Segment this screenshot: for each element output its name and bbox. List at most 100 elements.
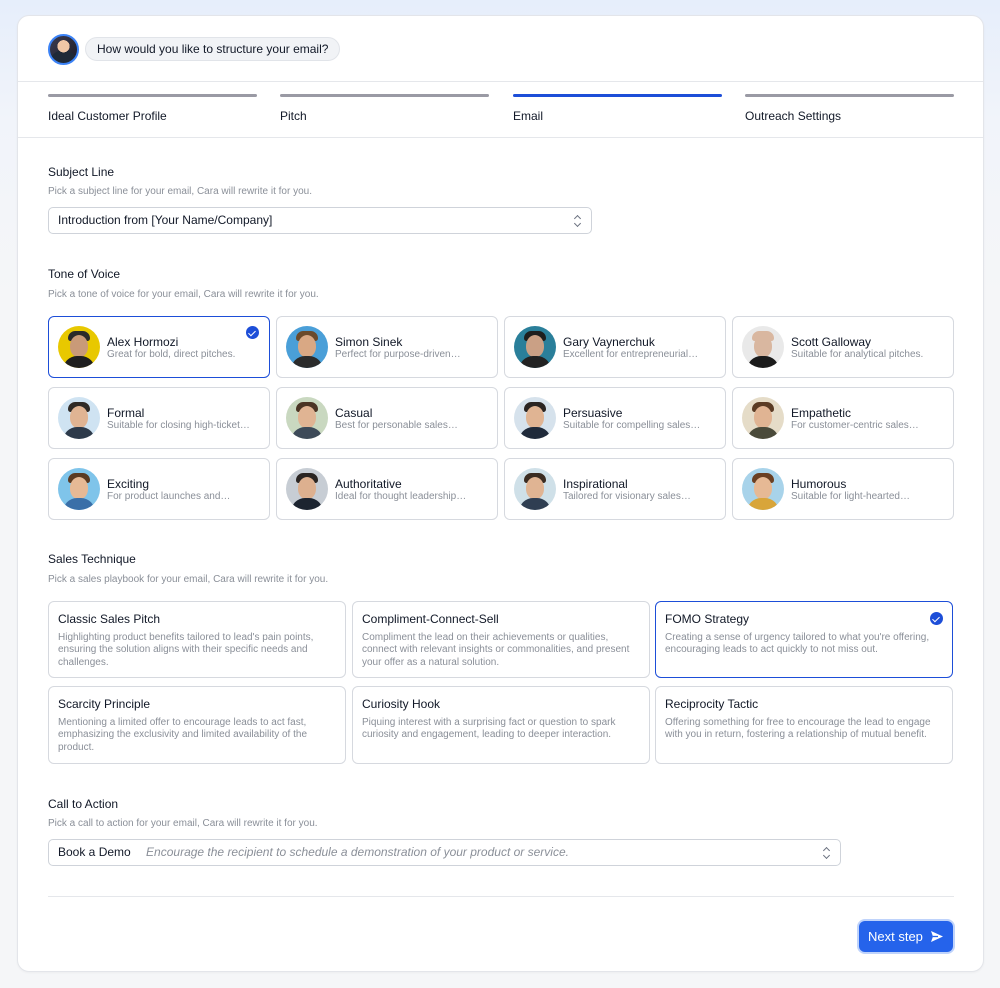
- tone-name: Simon Sinek: [335, 335, 403, 349]
- formal-avatar: [58, 397, 100, 439]
- simon-sinek-avatar: [286, 326, 328, 368]
- cta-title: Call to Action: [48, 797, 119, 811]
- cta-select[interactable]: Book a Demo Encourage the recipient to s…: [48, 839, 841, 866]
- stepper-divider: [18, 137, 983, 138]
- tone-name: Alex Hormozi: [107, 335, 179, 349]
- step-label: Outreach Settings: [745, 109, 842, 123]
- step-email[interactable]: Email: [513, 94, 722, 123]
- tone-desc: Best for personable sales…: [335, 420, 458, 431]
- step-label: Ideal Customer Profile: [48, 109, 167, 123]
- technique-desc: Highlighting product benefits tailored t…: [58, 632, 314, 668]
- next-step-label: Next step: [868, 929, 923, 944]
- scott-galloway-avatar: [742, 326, 784, 368]
- step-ideal-customer-profile[interactable]: Ideal Customer Profile: [48, 94, 257, 123]
- next-step-button[interactable]: Next step: [859, 921, 953, 952]
- email-structure-card: How would you like to structure your ema…: [17, 15, 984, 972]
- technique-card-reciprocity-tactic[interactable]: Reciprocity Tactic Offering something fo…: [655, 686, 953, 764]
- tone-card-casual[interactable]: Casual Best for personable sales…: [276, 387, 498, 449]
- tone-name: Casual: [335, 406, 373, 420]
- tone-name: Scott Galloway: [791, 335, 872, 349]
- tone-card-simon-sinek[interactable]: Simon Sinek Perfect for purpose-driven…: [276, 316, 498, 378]
- casual-avatar: [286, 397, 328, 439]
- cta-subtitle: Pick a call to action for your email, Ca…: [48, 818, 318, 829]
- tone-desc: Suitable for closing high-ticket…: [107, 420, 250, 431]
- tone-desc: For product launches and…: [107, 491, 231, 502]
- tone-desc: Suitable for light-hearted…: [791, 491, 910, 502]
- tone-desc: Great for bold, direct pitches.: [107, 349, 236, 360]
- tone-name: Gary Vaynerchuk: [563, 335, 655, 349]
- technique-desc: Compliment the lead on their achievement…: [362, 632, 630, 668]
- technique-desc: Creating a sense of urgency tailored to …: [665, 632, 930, 656]
- assistant-prompt: How would you like to structure your ema…: [85, 37, 341, 61]
- cta-value: Book a Demo: [58, 845, 131, 859]
- tone-card-exciting[interactable]: Exciting For product launches and…: [48, 458, 270, 520]
- tone-desc: For customer-centric sales…: [791, 420, 919, 431]
- technique-title: Sales Technique: [48, 552, 136, 566]
- technique-card-curiosity-hook[interactable]: Curiosity Hook Piquing interest with a s…: [352, 686, 650, 764]
- subject-subtitle: Pick a subject line for your email, Cara…: [48, 186, 312, 197]
- technique-card-compliment-connect-sell[interactable]: Compliment-Connect-Sell Compliment the l…: [352, 601, 650, 678]
- tone-title: Tone of Voice: [48, 267, 121, 281]
- assistant-avatar: [48, 34, 79, 65]
- assistant-header: How would you like to structure your ema…: [18, 16, 983, 82]
- alex-hormozi-avatar: [58, 326, 100, 368]
- tone-card-scott-galloway[interactable]: Scott Galloway Suitable for analytical p…: [732, 316, 954, 378]
- footer-divider: [48, 896, 954, 897]
- tone-name: Exciting: [107, 477, 150, 491]
- tone-card-empathetic[interactable]: Empathetic For customer-centric sales…: [732, 387, 954, 449]
- subject-title: Subject Line: [48, 165, 115, 179]
- technique-name: Reciprocity Tactic: [665, 697, 759, 711]
- tone-name: Formal: [107, 406, 145, 420]
- stepper: Ideal Customer Profile Pitch Email Outre…: [48, 94, 954, 137]
- tone-card-authoritative[interactable]: Authoritative Ideal for thought leadersh…: [276, 458, 498, 520]
- humorous-avatar: [742, 468, 784, 510]
- selected-check-icon: [246, 326, 259, 339]
- persuasive-avatar: [514, 397, 556, 439]
- technique-card-fomo-strategy[interactable]: FOMO Strategy Creating a sense of urgenc…: [655, 601, 953, 678]
- step-label: Pitch: [280, 109, 307, 123]
- technique-card-classic-sales-pitch[interactable]: Classic Sales Pitch Highlighting product…: [48, 601, 346, 678]
- tone-name: Persuasive: [563, 406, 623, 420]
- authoritative-avatar: [286, 468, 328, 510]
- tone-desc: Excellent for entrepreneurial…: [563, 349, 699, 360]
- step-label: Email: [513, 109, 544, 123]
- tone-name: Humorous: [791, 477, 847, 491]
- subject-select[interactable]: Introduction from [Your Name/Company]: [48, 207, 592, 234]
- tone-desc: Perfect for purpose-driven…: [335, 349, 461, 360]
- step-outreach-settings[interactable]: Outreach Settings: [745, 94, 954, 123]
- tone-card-alex-hormozi[interactable]: Alex Hormozi Great for bold, direct pitc…: [48, 316, 270, 378]
- tone-card-gary-vaynerchuk[interactable]: Gary Vaynerchuk Excellent for entreprene…: [504, 316, 726, 378]
- tone-card-formal[interactable]: Formal Suitable for closing high-ticket…: [48, 387, 270, 449]
- tone-desc: Ideal for thought leadership…: [335, 491, 467, 502]
- inspirational-avatar: [514, 468, 556, 510]
- gary-vaynerchuk-avatar: [514, 326, 556, 368]
- technique-desc: Offering something for free to encourage…: [665, 717, 931, 741]
- technique-desc: Piquing interest with a surprising fact …: [362, 717, 616, 741]
- cta-hint: Encourage the recipient to schedule a de…: [146, 845, 569, 859]
- tone-card-inspirational[interactable]: Inspirational Tailored for visionary sal…: [504, 458, 726, 520]
- tone-name: Authoritative: [335, 477, 402, 491]
- tone-desc: Tailored for visionary sales…: [563, 491, 691, 502]
- chevron-up-down-icon: [823, 847, 831, 859]
- tone-name: Inspirational: [563, 477, 628, 491]
- step-pitch[interactable]: Pitch: [280, 94, 489, 123]
- technique-subtitle: Pick a sales playbook for your email, Ca…: [48, 574, 329, 585]
- tone-subtitle: Pick a tone of voice for your email, Car…: [48, 289, 319, 300]
- tone-desc: Suitable for compelling sales…: [563, 420, 701, 431]
- tone-card-humorous[interactable]: Humorous Suitable for light-hearted…: [732, 458, 954, 520]
- technique-card-scarcity-principle[interactable]: Scarcity Principle Mentioning a limited …: [48, 686, 346, 764]
- empathetic-avatar: [742, 397, 784, 439]
- subject-value: Introduction from [Your Name/Company]: [58, 213, 273, 227]
- technique-desc: Mentioning a limited offer to encourage …: [58, 717, 308, 753]
- technique-name: Classic Sales Pitch: [58, 612, 161, 626]
- technique-name: Curiosity Hook: [362, 697, 441, 711]
- technique-name: FOMO Strategy: [665, 612, 750, 626]
- tone-name: Empathetic: [791, 406, 852, 420]
- tone-card-persuasive[interactable]: Persuasive Suitable for compelling sales…: [504, 387, 726, 449]
- technique-name: Compliment-Connect-Sell: [362, 612, 499, 626]
- send-icon: [931, 931, 943, 942]
- technique-name: Scarcity Principle: [58, 697, 151, 711]
- selected-check-icon: [930, 612, 943, 625]
- chevron-up-down-icon: [574, 215, 582, 227]
- exciting-avatar: [58, 468, 100, 510]
